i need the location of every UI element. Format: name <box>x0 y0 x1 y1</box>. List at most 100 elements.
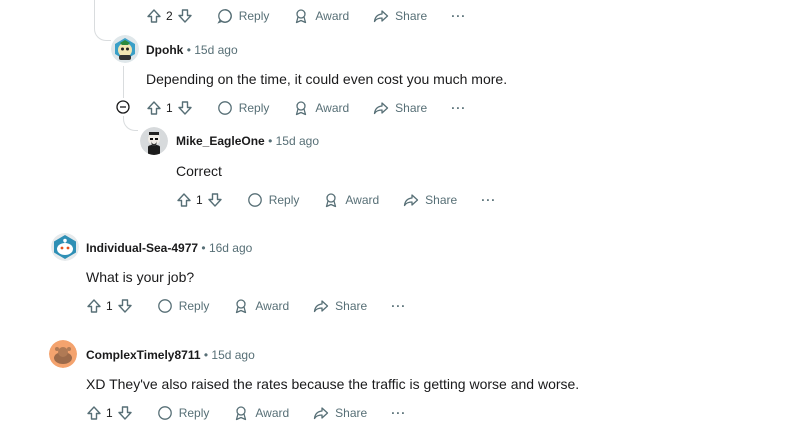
reply-button[interactable]: Reply <box>217 100 270 116</box>
comment-meta: ComplexTimely8711 • 15d ago <box>86 347 255 363</box>
share-icon <box>313 405 329 421</box>
vote-count: 2 <box>166 9 173 23</box>
comment-meta: Dpohk • 15d ago <box>146 42 238 58</box>
comment-action-bar: 1 Reply Award Share ··· <box>146 99 466 117</box>
share-button[interactable]: Share <box>313 405 367 421</box>
upvote-icon[interactable] <box>146 8 162 24</box>
reply-label: Reply <box>178 406 210 420</box>
reply-icon <box>157 405 173 421</box>
award-button[interactable]: Award <box>293 8 349 24</box>
award-label: Award <box>315 9 350 23</box>
avatar[interactable] <box>140 127 168 155</box>
share-label: Share <box>335 299 368 313</box>
share-button[interactable]: Share <box>373 8 427 24</box>
upvote-icon[interactable] <box>86 298 102 314</box>
award-icon <box>233 298 249 314</box>
reply-label: Reply <box>238 101 270 115</box>
comment-body: Correct <box>176 163 222 179</box>
reply-icon <box>217 8 233 24</box>
timestamp[interactable]: 16d ago <box>209 241 252 255</box>
timestamp[interactable]: 15d ago <box>211 348 254 362</box>
reply-label: Reply <box>268 193 300 207</box>
more-options-button[interactable]: ··· <box>451 101 466 115</box>
reply-button[interactable]: Reply <box>247 192 300 208</box>
downvote-icon[interactable] <box>117 405 133 421</box>
comment-body: What is your job? <box>86 269 195 285</box>
thread-elbow <box>123 116 138 131</box>
upvote-icon[interactable] <box>146 100 162 116</box>
vote-controls: 1 <box>176 192 223 208</box>
share-button[interactable]: Share <box>373 100 427 116</box>
reply-icon <box>247 192 263 208</box>
vote-count: 1 <box>166 101 173 115</box>
award-label: Award <box>255 406 290 420</box>
collapse-thread-icon[interactable] <box>116 100 130 114</box>
vote-count: 1 <box>196 193 203 207</box>
meta-separator: • <box>268 134 273 148</box>
vote-count: 1 <box>106 299 113 313</box>
share-icon <box>313 298 329 314</box>
share-button[interactable]: Share <box>403 192 457 208</box>
reply-icon <box>157 298 173 314</box>
award-label: Award <box>255 299 290 313</box>
author-name[interactable]: ComplexTimely8711 <box>86 348 201 362</box>
upvote-icon[interactable] <box>176 192 192 208</box>
meta-separator: • <box>203 348 209 362</box>
comment-action-bar: 2 Reply Award Share ··· <box>146 7 466 25</box>
downvote-icon[interactable] <box>177 8 193 24</box>
comment-meta: Mike_EagleOne • 15d ago <box>176 133 319 149</box>
avatar[interactable] <box>49 340 77 368</box>
share-label: Share <box>425 193 458 207</box>
comment-body: Depending on the time, it could even cos… <box>146 71 508 87</box>
more-options-button[interactable]: ··· <box>391 299 406 313</box>
downvote-icon[interactable] <box>177 100 193 116</box>
thread-line <box>123 66 124 98</box>
author-name[interactable]: Mike_EagleOne <box>176 134 265 148</box>
reply-button[interactable]: Reply <box>157 298 210 314</box>
downvote-icon[interactable] <box>207 192 223 208</box>
more-options-button[interactable]: ··· <box>391 406 406 420</box>
share-label: Share <box>395 101 428 115</box>
meta-separator: • <box>201 241 206 255</box>
vote-controls: 2 <box>146 8 193 24</box>
award-button[interactable]: Award <box>323 192 379 208</box>
share-label: Share <box>335 406 368 420</box>
award-icon <box>293 100 309 116</box>
award-label: Award <box>315 101 350 115</box>
reply-button[interactable]: Reply <box>217 8 269 24</box>
more-options-button[interactable]: ··· <box>451 9 466 23</box>
share-icon <box>373 8 389 24</box>
share-label: Share <box>395 9 428 23</box>
vote-controls: 1 <box>146 100 193 116</box>
award-icon <box>233 405 249 421</box>
reply-button[interactable]: Reply <box>157 405 210 421</box>
comment-action-bar: 1 Reply Award Share ··· <box>86 297 406 315</box>
award-button[interactable]: Award <box>293 100 349 116</box>
award-button[interactable]: Award <box>233 298 289 314</box>
thread-elbow <box>94 24 111 41</box>
vote-count: 1 <box>106 406 113 420</box>
reply-label: Reply <box>178 299 210 313</box>
author-name[interactable]: Dpohk <box>146 43 183 57</box>
share-icon <box>373 100 389 116</box>
timestamp[interactable]: 15d ago <box>276 134 319 148</box>
share-button[interactable]: Share <box>313 298 367 314</box>
comment-action-bar: 1 Reply Award Share ··· <box>86 404 406 422</box>
award-button[interactable]: Award <box>233 405 289 421</box>
comment-action-bar: 1 Reply Award Share ··· <box>176 191 496 209</box>
award-icon <box>293 8 309 24</box>
share-icon <box>403 192 419 208</box>
reply-icon <box>217 100 233 116</box>
award-label: Award <box>345 193 380 207</box>
author-name[interactable]: Individual-Sea-4977 <box>86 241 198 255</box>
avatar[interactable] <box>51 233 79 261</box>
timestamp[interactable]: 15d ago <box>194 43 237 57</box>
avatar[interactable] <box>111 35 139 63</box>
upvote-icon[interactable] <box>86 405 102 421</box>
more-options-button[interactable]: ··· <box>481 193 496 207</box>
downvote-icon[interactable] <box>117 298 133 314</box>
comment-body: XD They've also raised the rates because… <box>86 376 580 392</box>
thread-line <box>94 0 95 24</box>
meta-separator: • <box>186 43 191 57</box>
comment-meta: Individual-Sea-4977 • 16d ago <box>86 240 252 256</box>
